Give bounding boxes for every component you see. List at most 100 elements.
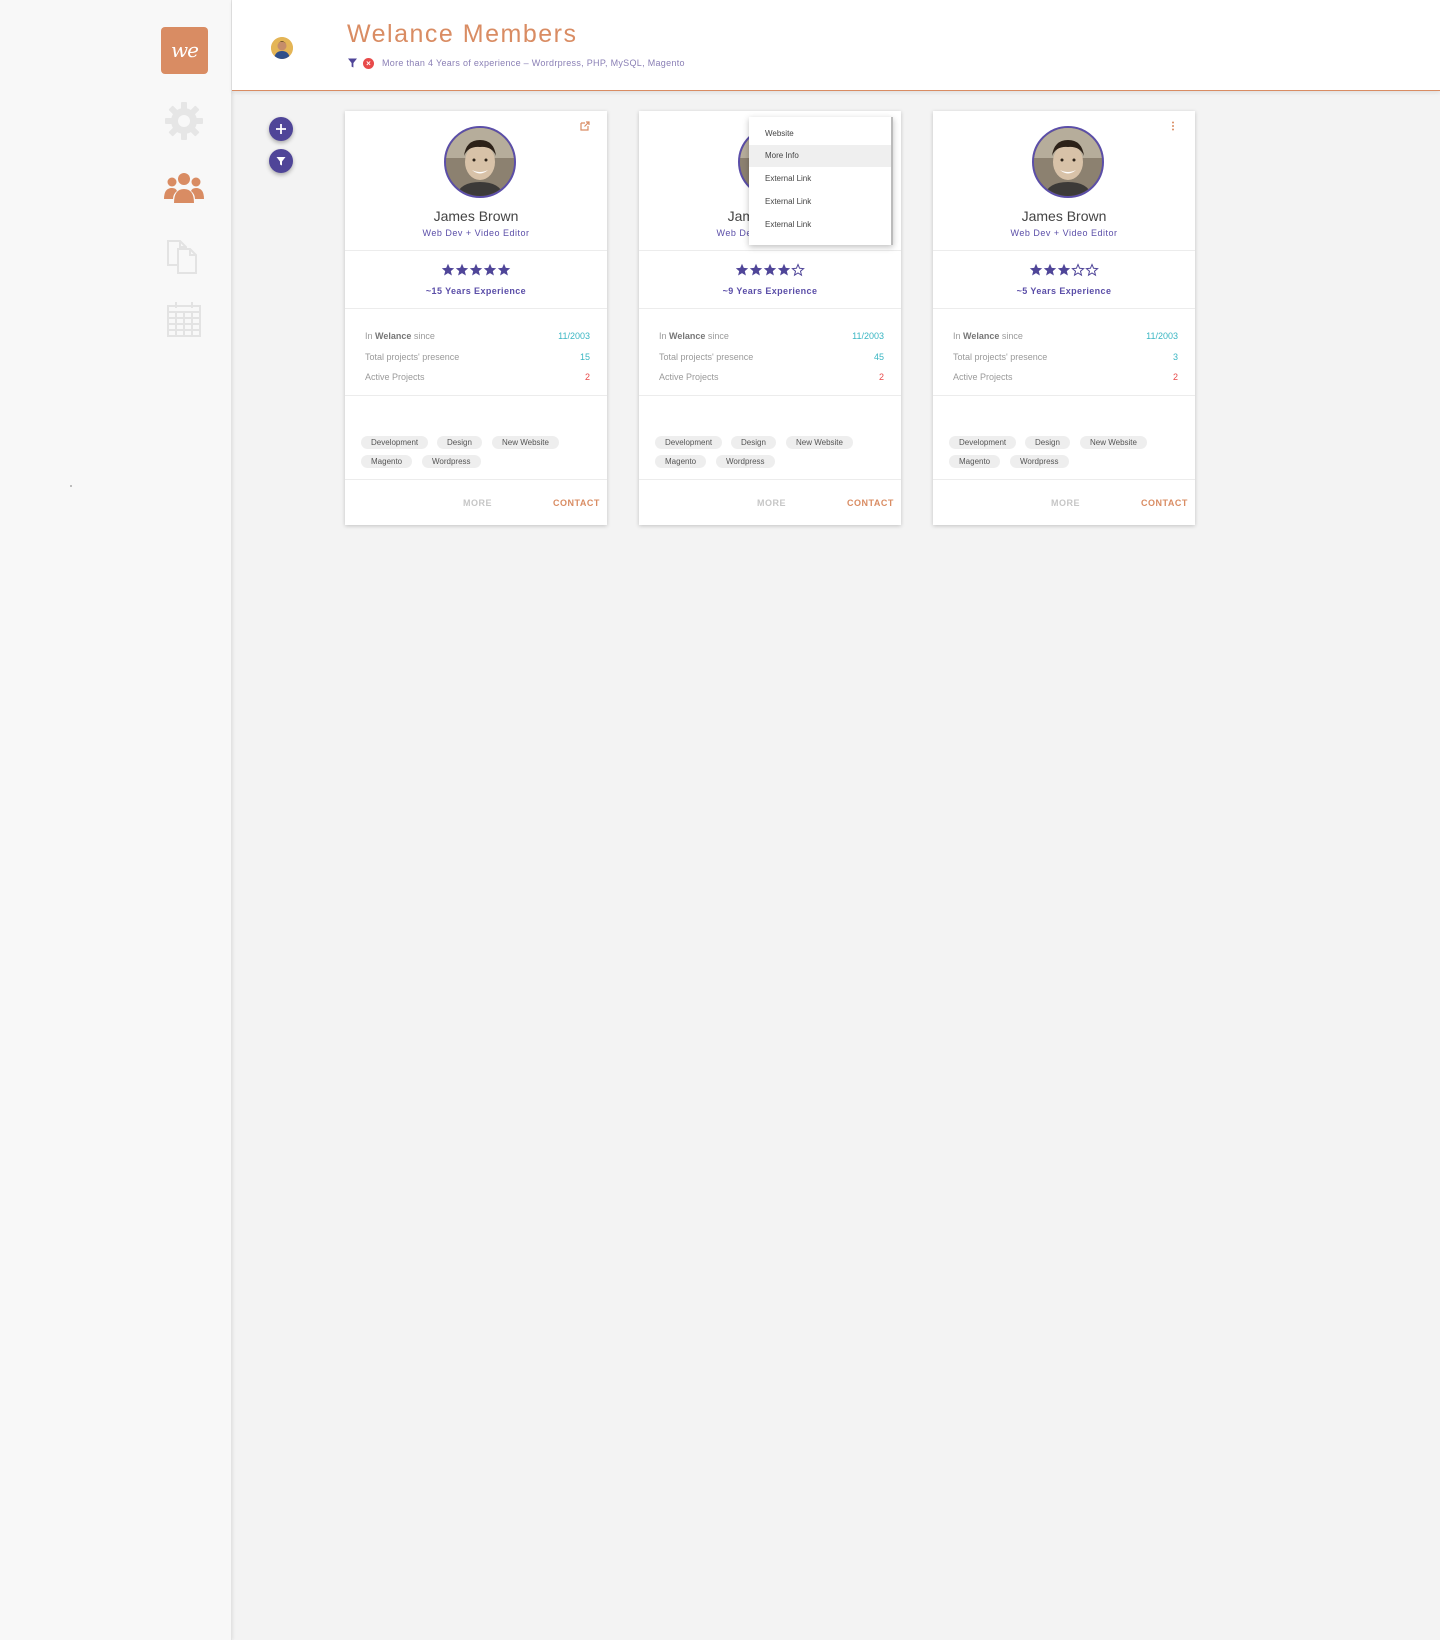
stat-label: Total projects' presence bbox=[365, 352, 460, 362]
stat-label: Active Projects bbox=[659, 372, 719, 382]
skill-tag[interactable]: New Website bbox=[492, 436, 559, 449]
star-filled-icon bbox=[763, 263, 777, 277]
contact-button[interactable]: CONTACT bbox=[1141, 498, 1188, 508]
stat-value: 45 bbox=[873, 352, 884, 362]
card-options-button[interactable] bbox=[579, 119, 591, 131]
skill-tag[interactable]: Magento bbox=[361, 455, 413, 468]
user-avatar[interactable] bbox=[271, 37, 293, 59]
skill-tag[interactable]: Wordpress bbox=[422, 455, 481, 468]
star-filled-icon bbox=[441, 263, 455, 277]
users-icon bbox=[164, 173, 204, 203]
member-avatar bbox=[1032, 126, 1104, 198]
skill-tag[interactable]: Magento bbox=[949, 455, 1001, 468]
star-filled-icon bbox=[483, 263, 497, 277]
stat-value: 2 bbox=[1172, 372, 1178, 382]
external-link-icon bbox=[580, 121, 590, 131]
stat-since: In Welance since 11/2003 bbox=[659, 331, 884, 345]
skill-tag[interactable]: Development bbox=[949, 436, 1017, 449]
star-empty-icon bbox=[791, 263, 805, 277]
contact-button[interactable]: CONTACT bbox=[847, 498, 894, 508]
stat-value: 15 bbox=[579, 352, 590, 362]
star-rating bbox=[345, 263, 607, 277]
contact-button[interactable]: CONTACT bbox=[553, 498, 600, 508]
card-options-menu: Website More Info External Link External… bbox=[749, 117, 893, 245]
sidebar: we bbox=[0, 0, 232, 1640]
star-empty-icon bbox=[1085, 263, 1099, 277]
member-name: James Brown bbox=[1021, 208, 1107, 224]
star-filled-icon bbox=[777, 263, 791, 277]
member-avatar bbox=[444, 126, 516, 198]
skill-tag[interactable]: Wordpress bbox=[716, 455, 775, 468]
stat-value: 11/2003 bbox=[558, 331, 590, 341]
star-filled-icon bbox=[1029, 263, 1043, 277]
skill-tag[interactable]: Design bbox=[437, 436, 482, 449]
clear-filter-button[interactable]: × bbox=[363, 57, 374, 69]
stat-value: 11/2003 bbox=[1146, 331, 1178, 341]
menu-item-external-link[interactable]: External Link bbox=[749, 168, 891, 190]
calendar-icon bbox=[167, 302, 201, 337]
skill-tag[interactable]: Design bbox=[1025, 436, 1070, 449]
header: Welance Members × More than 4 Years of e… bbox=[232, 0, 1440, 91]
member-name: James Brown bbox=[433, 208, 519, 224]
sidebar-item-members[interactable] bbox=[162, 167, 206, 211]
stat-label: Total projects' presence bbox=[953, 352, 1048, 362]
add-member-button[interactable] bbox=[269, 117, 293, 141]
star-empty-icon bbox=[1071, 263, 1085, 277]
stat-label: In Welance since bbox=[953, 331, 1023, 341]
menu-item-more-info[interactable]: More Info bbox=[749, 145, 891, 167]
card-options-button[interactable] bbox=[1167, 119, 1179, 131]
card-actions: MORE CONTACT bbox=[933, 480, 1195, 525]
star-rating bbox=[933, 263, 1195, 277]
skill-tag[interactable]: New Website bbox=[786, 436, 853, 449]
stat-projects: Total projects' presence 3 bbox=[953, 352, 1178, 366]
stat-value: 2 bbox=[584, 372, 590, 382]
star-rating bbox=[639, 263, 901, 277]
filter-text: More than 4 Years of experience – Wordrp… bbox=[382, 58, 685, 68]
stat-label: Total projects' presence bbox=[659, 352, 754, 362]
more-button[interactable]: MORE bbox=[1051, 498, 1080, 508]
skill-tag[interactable]: Development bbox=[655, 436, 723, 449]
skill-tag[interactable]: Design bbox=[731, 436, 776, 449]
experience-label: ~9 Years Experience bbox=[722, 286, 818, 296]
sidebar-item-documents[interactable] bbox=[162, 233, 206, 277]
card-header: James Brown Web Dev + Video Editor bbox=[345, 111, 607, 251]
stat-label: In Welance since bbox=[659, 331, 729, 341]
skill-tag[interactable]: Magento bbox=[655, 455, 707, 468]
stat-projects: Total projects' presence 45 bbox=[659, 352, 884, 366]
more-button[interactable]: MORE bbox=[757, 498, 786, 508]
stat-value: 3 bbox=[1172, 352, 1178, 362]
card-actions: MORE CONTACT bbox=[345, 480, 607, 525]
stat-label: In Welance since bbox=[365, 331, 435, 341]
skill-tag[interactable]: New Website bbox=[1080, 436, 1147, 449]
avatar-image bbox=[271, 37, 293, 59]
stat-label: Active Projects bbox=[365, 372, 425, 382]
welance-logo[interactable]: we bbox=[161, 27, 208, 74]
more-vert-icon bbox=[1172, 121, 1174, 131]
skill-tag[interactable]: Wordpress bbox=[1010, 455, 1069, 468]
stat-active: Active Projects 2 bbox=[659, 372, 884, 386]
sidebar-item-calendar[interactable] bbox=[162, 298, 206, 342]
menu-item-website[interactable]: Website bbox=[749, 123, 891, 145]
sidebar-dot bbox=[70, 485, 72, 487]
star-filled-icon bbox=[469, 263, 483, 277]
sidebar-item-settings[interactable] bbox=[162, 99, 206, 143]
menu-item-external-link[interactable]: External Link bbox=[749, 214, 891, 236]
skill-tag[interactable]: Development bbox=[361, 436, 429, 449]
star-filled-icon bbox=[1043, 263, 1057, 277]
more-button[interactable]: MORE bbox=[463, 498, 492, 508]
menu-item-external-link[interactable]: External Link bbox=[749, 191, 891, 213]
stat-projects: Total projects' presence 15 bbox=[365, 352, 590, 366]
stat-active: Active Projects 2 bbox=[365, 372, 590, 386]
stat-active: Active Projects 2 bbox=[953, 372, 1178, 386]
card-actions: MORE CONTACT bbox=[639, 480, 901, 525]
star-filled-icon bbox=[749, 263, 763, 277]
star-filled-icon bbox=[455, 263, 469, 277]
filter-button[interactable] bbox=[269, 149, 293, 173]
stat-since: In Welance since 11/2003 bbox=[365, 331, 590, 345]
member-role: Web Dev + Video Editor bbox=[422, 228, 530, 238]
filter-icon bbox=[348, 58, 357, 68]
gear-icon bbox=[165, 102, 203, 140]
stat-since: In Welance since 11/2003 bbox=[953, 331, 1178, 345]
star-filled-icon bbox=[735, 263, 749, 277]
rating-section: ~9 Years Experience bbox=[639, 251, 901, 309]
